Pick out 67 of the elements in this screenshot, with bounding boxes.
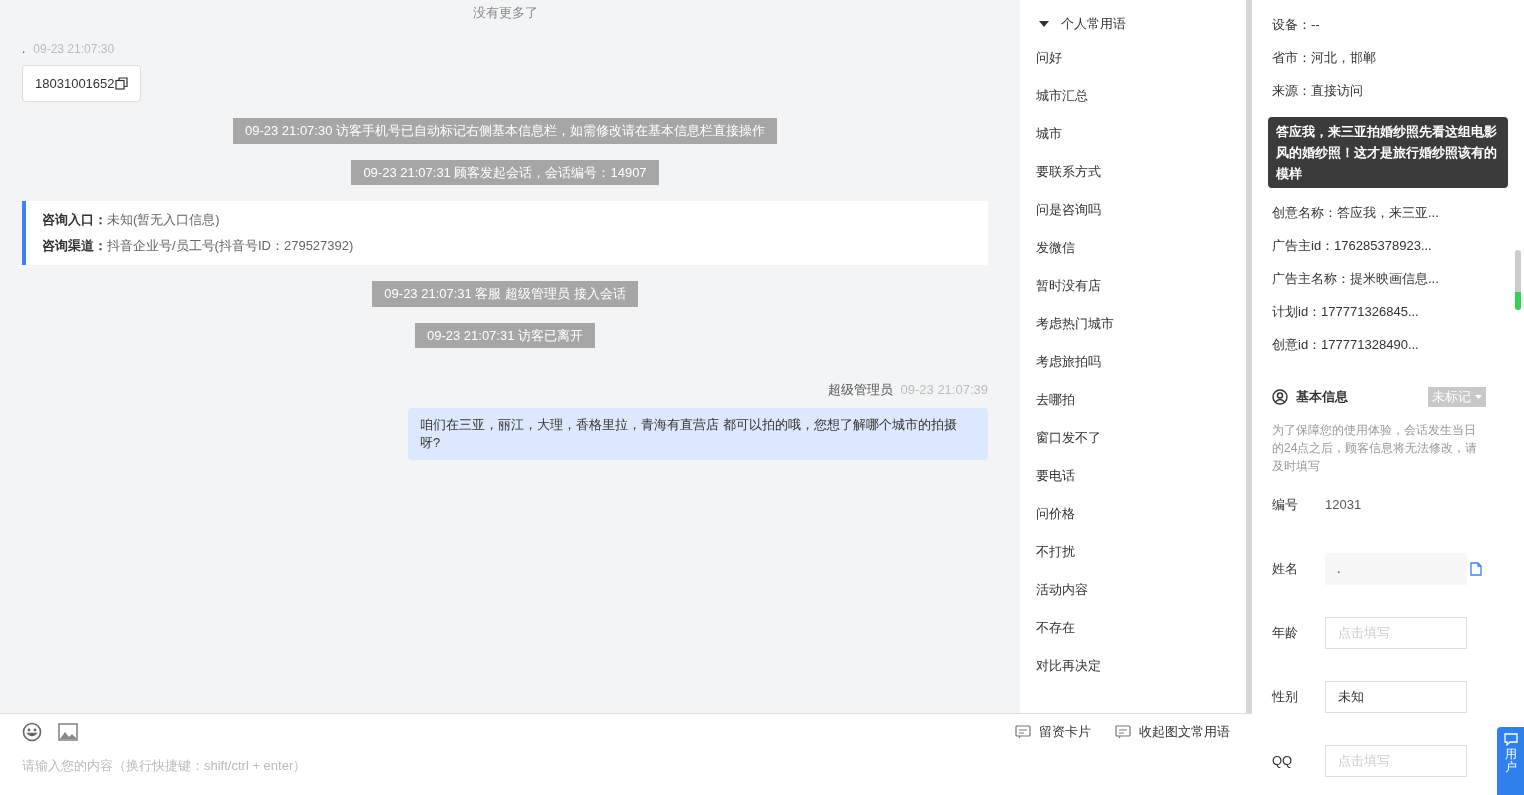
system-notice: 09-23 21:07:31 访客已离开 [414, 322, 596, 348]
caret-icon[interactable] [1039, 20, 1049, 27]
phrase-item[interactable]: 要联系方式 [1036, 161, 1101, 200]
phrase-item[interactable]: 城市汇总 [1036, 85, 1088, 124]
detail-row-text: 省市：河北，邯郸 [1272, 49, 1377, 67]
info-label: 咨询渠道： [42, 237, 107, 255]
field-value: 12031 [1325, 495, 1362, 514]
message-icon [1115, 725, 1131, 739]
phrase-item[interactable]: 问好 [1036, 47, 1062, 86]
sender-name: . [22, 40, 26, 57]
sender-name: 超级管理员 [827, 381, 893, 399]
phrase-item[interactable]: 窗口发不了 [1036, 427, 1101, 466]
field-label: 年龄 [1272, 623, 1299, 642]
phrase-item[interactable]: 发微信 [1036, 237, 1075, 276]
phrase-item[interactable]: 对比再决定 [1036, 655, 1101, 694]
info-value: 抖音企业号/员工号(抖音号ID：279527392) [107, 237, 354, 255]
phrase-item[interactable]: 不打扰 [1036, 541, 1075, 580]
detail-row-text: 设备：-- [1272, 16, 1321, 34]
field-label: 姓名 [1272, 559, 1299, 578]
message-time: 09-23 21:07:39 [900, 381, 988, 399]
section-title: 基本信息 [1296, 388, 1348, 406]
document-icon[interactable] [1470, 561, 1482, 576]
detail-row-text: 创意id：177771328490... [1272, 336, 1420, 354]
name-field: . [1325, 552, 1467, 585]
phrase-item[interactable]: 问价格 [1036, 503, 1075, 542]
scrollbar-thumb[interactable] [1515, 250, 1521, 310]
image-icon[interactable] [58, 723, 78, 741]
phrase-item[interactable]: 要电话 [1036, 465, 1075, 504]
phrase-item[interactable]: 考虑热门城市 [1036, 313, 1114, 352]
copy-icon[interactable] [114, 76, 128, 90]
side-tab[interactable]: 用户 [1497, 727, 1524, 795]
phrase-item[interactable]: 暂时没有店 [1036, 275, 1101, 314]
info-label: 咨询入口： [42, 211, 107, 229]
message-text: 18031001652 [35, 74, 115, 93]
emoji-icon[interactable] [22, 722, 42, 742]
chat-icon [1503, 733, 1518, 746]
toolbar-button[interactable]: 收起图文常用语 [1115, 722, 1230, 742]
detail-row-text: 创意名称：答应我，来三亚... [1272, 204, 1440, 222]
phrase-item[interactable]: 去哪拍 [1036, 389, 1075, 428]
user-icon [1272, 388, 1288, 405]
message-time: 09-23 21:07:30 [33, 40, 115, 57]
detail-row-text: 来源：直接访问 [1272, 82, 1364, 100]
phrase-item[interactable]: 问是咨询吗 [1036, 199, 1101, 238]
toolbar-button[interactable]: 留资卡片 [1015, 722, 1091, 742]
input-field[interactable]: 未知 [1325, 680, 1467, 713]
detail-row-text: 计划id：177771326845... [1272, 303, 1420, 321]
phrase-item[interactable]: 城市 [1036, 123, 1062, 162]
notice-text: 为了保障您的使用体验，会话发生当日的24点之后，顾客信息将无法修改，请及时填写 [1272, 421, 1479, 475]
detail-row-text: 广告主名称：提米映画信息... [1272, 270, 1440, 288]
message-input[interactable]: 请输入您的内容（换行快捷键：shift/ctrl + enter） [22, 756, 1230, 776]
message-icon [1015, 725, 1031, 739]
caret-icon [1475, 394, 1482, 399]
no-more-label: 没有更多了 [472, 4, 538, 22]
detail-row-text: 广告主id：176285378923... [1272, 237, 1433, 255]
phrase-item[interactable]: 活动内容 [1036, 579, 1088, 618]
tooltip: 答应我，来三亚拍婚纱照先看这组电影风的婚纱照！这才是旅行婚纱照该有的模样 [1268, 117, 1508, 188]
group-title[interactable]: 个人常用语 [1061, 14, 1126, 34]
message-bubble: 咱们在三亚，丽江，大理，香格里拉，青海有直营店 都可以拍的哦，您想了解哪个城市的拍摄呀? [408, 407, 988, 460]
field-label: 编号 [1272, 495, 1299, 514]
system-notice: 09-23 21:07:31 客服 超级管理员 接入会话 [372, 281, 638, 307]
phrase-item[interactable]: 考虑旅拍吗 [1036, 351, 1101, 390]
system-notice: 09-23 21:07:31 顾客发起会话，会话编号：14907 [351, 159, 659, 185]
info-value: 未知(暂无入口信息) [107, 211, 220, 229]
field-label: 性别 [1272, 687, 1299, 706]
system-notice: 09-23 21:07:30 访客手机号已自动标记右侧基本信息栏，如需修改请在基本信息栏直接操作 [232, 118, 778, 144]
phrase-item[interactable]: 不存在 [1036, 617, 1075, 656]
field-label: QQ [1272, 751, 1294, 770]
